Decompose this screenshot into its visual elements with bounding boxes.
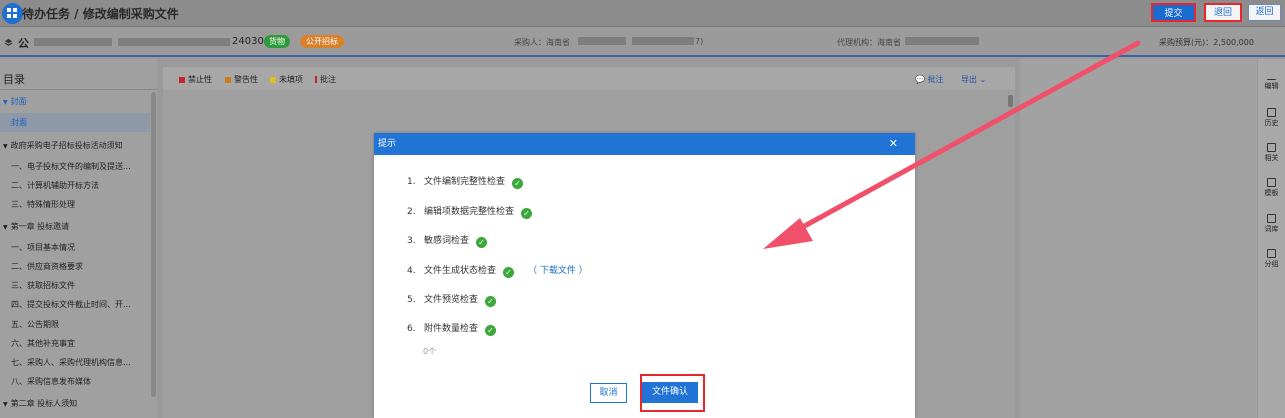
- legend-comment: 批注: [315, 74, 336, 85]
- caret-down-icon: ▼: [3, 224, 8, 231]
- group-tool[interactable]: 分组: [1258, 249, 1285, 269]
- purchaser-label: 采购人：海南省: [514, 38, 570, 47]
- open-tender-tag: 公开招标: [300, 35, 344, 48]
- right-panel-area: [1020, 59, 1257, 418]
- submit-button[interactable]: 提交: [1151, 3, 1196, 22]
- comment-icon: 💬: [915, 75, 925, 84]
- book-icon: [1267, 214, 1276, 223]
- toc-item[interactable]: 七、采购人、采购代理机构信息...: [0, 353, 150, 372]
- check-item: 3. 敏感词检查 ✓: [407, 234, 488, 248]
- comment-button[interactable]: 💬 批注: [915, 74, 944, 85]
- toc-item[interactable]: 一、项目基本情况: [0, 238, 150, 257]
- template-tool[interactable]: 模板: [1258, 178, 1285, 198]
- document-toolbar: 禁止性 警告性 未填项 批注 💬 批注 导出 ⌄: [163, 67, 1015, 90]
- dictionary-tool[interactable]: 词库: [1258, 214, 1285, 234]
- close-icon[interactable]: ✕: [889, 133, 898, 155]
- redacted-text: [118, 38, 230, 46]
- toc-item[interactable]: 四、提交投标文件截止时间、开...: [0, 295, 150, 314]
- redacted-text: [34, 38, 112, 46]
- toc-title: 目录: [3, 73, 25, 86]
- toc-item[interactable]: 三、获取招标文件: [0, 276, 150, 295]
- goods-tag: 货物: [264, 35, 290, 48]
- redacted-text: [905, 37, 979, 45]
- check-item: 2. 编辑项数据完整性检查 ✓: [407, 205, 533, 219]
- toc-item[interactable]: 三、特殊情形处理: [0, 195, 150, 214]
- check-item: 4. 文件生成状态检查 ✓ （ 下载文件 ）: [407, 266, 588, 278]
- dialog-title: 提示: [378, 139, 397, 149]
- cancel-button[interactable]: 取消: [590, 383, 627, 403]
- legend-forbidden: 禁止性: [179, 74, 212, 85]
- copy-icon: [1267, 143, 1276, 152]
- check-circle-icon: ✓: [485, 325, 497, 336]
- right-toolbar: 编辑 历史 相关 模板 词库 分组: [1258, 59, 1285, 418]
- pencil-icon: [1267, 71, 1276, 80]
- sidebar-scrollbar[interactable]: [151, 92, 156, 397]
- history-tool[interactable]: 历史: [1258, 108, 1285, 128]
- template-icon: [1267, 178, 1276, 187]
- check-circle-icon: ✓: [476, 237, 488, 248]
- check-circle-icon: ✓: [512, 178, 524, 189]
- check-circle-icon: ✓: [503, 267, 515, 278]
- toc-item[interactable]: ▼ 封面: [0, 92, 150, 111]
- check-circle-icon: ✓: [521, 208, 533, 219]
- toc-item[interactable]: 六、其他补充事宜: [0, 334, 150, 353]
- check-item: 1. 文件编制完整性检查 ✓: [407, 175, 524, 189]
- toc-item[interactable]: 二、计算机辅助开标方法: [0, 176, 150, 195]
- project-info-bar: 公 24030 货物 公开招标 采购人：海南省 7) 代理机构：海南省 采购预算…: [0, 27, 1285, 57]
- top-bar: 待办任务 / 修改编制采购文件 提交 退回 返回: [0, 0, 1285, 27]
- toc-item[interactable]: 五、公告期限: [0, 315, 150, 334]
- legend-unfilled: 未填项: [270, 74, 303, 85]
- check-item: 5. 文件预览检查 ✓: [407, 293, 497, 307]
- toc-item[interactable]: 二、供应商资格要求: [0, 257, 150, 276]
- toc-item[interactable]: 一、电子投标文件的编制及提送...: [0, 157, 150, 176]
- confirm-dialog: 提示 ✕ 1. 文件编制完整性检查 ✓ 2. 编辑项数据完整性检查 ✓ 3. 敏感词检查 ✓…: [374, 133, 915, 418]
- caret-down-icon: ▼: [3, 99, 8, 106]
- agency-label: 代理机构：海南省: [837, 38, 901, 47]
- app-grid-icon[interactable]: [2, 3, 23, 24]
- caret-down-icon: ▼: [3, 143, 8, 150]
- confirm-file-button[interactable]: 文件确认: [642, 382, 698, 403]
- edit-tool[interactable]: 编辑: [1258, 71, 1285, 91]
- toc-sidebar: 目录 ▼ 封面 封面 ▼ 政府采购电子招标投标活动须知 一、电子投标文件的编制及提送…: [0, 59, 157, 418]
- toc-item[interactable]: ▼ 第一章 投标邀请: [0, 217, 150, 236]
- caret-down-icon: ▼: [3, 401, 8, 408]
- dialog-header: 提示 ✕: [374, 133, 915, 155]
- toc-item[interactable]: ▼ 政府采购电子招标投标活动须知: [0, 136, 150, 155]
- check-item: 6. 附件数量检查 ✓: [407, 322, 497, 336]
- export-button[interactable]: 导出 ⌄: [961, 74, 986, 85]
- return-button[interactable]: 返回: [1248, 4, 1281, 21]
- legend-warning: 警告性: [225, 74, 258, 85]
- redacted-text: [578, 37, 626, 45]
- chevron-down-icon: ⌄: [979, 75, 987, 84]
- book-icon: [1267, 249, 1276, 258]
- related-tool[interactable]: 相关: [1258, 143, 1285, 163]
- history-icon: [1267, 108, 1276, 117]
- page-title: 待办任务 / 修改编制采购文件: [22, 7, 179, 21]
- check-circle-icon: ✓: [485, 296, 497, 307]
- attachment-count: 0个: [423, 347, 437, 356]
- send-back-button[interactable]: 退回: [1204, 3, 1242, 22]
- redacted-text: [632, 37, 694, 45]
- project-name: 公: [18, 37, 29, 50]
- project-code: 24030: [232, 36, 264, 47]
- budget-label: 采购预算(元)：2,500,000: [1159, 38, 1254, 47]
- toc-item[interactable]: 封面: [0, 113, 150, 132]
- divider: [0, 89, 157, 90]
- toc-item[interactable]: 八、采购信息发布媒体: [0, 372, 150, 391]
- toc-item[interactable]: ▼ 第二章 投标人须知: [0, 394, 150, 413]
- download-file-link[interactable]: （ 下载文件 ）: [528, 266, 588, 276]
- layers-icon: [4, 38, 13, 46]
- purchaser-suffix: 7): [695, 37, 704, 46]
- document-scrollbar[interactable]: [1008, 95, 1013, 107]
